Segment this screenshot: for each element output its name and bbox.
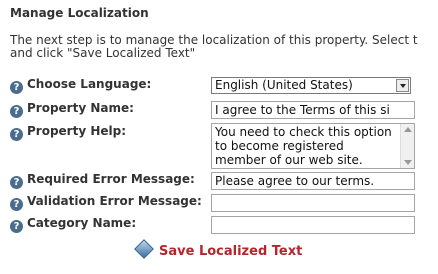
help-icon[interactable]: ? bbox=[10, 176, 23, 189]
choose-language-row: ? Choose Language: bbox=[10, 77, 152, 94]
required-error-row: ? Required Error Message: bbox=[10, 172, 195, 189]
required-error-label: Required Error Message: bbox=[27, 172, 195, 186]
property-name-input[interactable]: I agree to the Terms of this si bbox=[211, 101, 415, 119]
intro-text: The next step is to manage the localizat… bbox=[10, 34, 438, 60]
required-error-input[interactable]: Please agree to our terms. bbox=[211, 172, 415, 190]
property-name-row: ? Property Name: bbox=[10, 101, 134, 118]
language-select[interactable]: English (United States) bbox=[211, 77, 411, 94]
textarea-scrollbar[interactable] bbox=[400, 124, 414, 168]
language-select-value: English (United States) bbox=[215, 78, 353, 92]
property-help-text: You need to check this option to become … bbox=[215, 125, 392, 167]
scroll-down-icon[interactable] bbox=[404, 160, 412, 165]
validation-error-label: Validation Error Message: bbox=[27, 194, 202, 208]
property-name-label: Property Name: bbox=[27, 101, 134, 115]
save-label: Save Localized Text bbox=[159, 244, 303, 259]
help-icon[interactable]: ? bbox=[10, 81, 23, 94]
help-icon[interactable]: ? bbox=[10, 220, 23, 233]
intro-line-2: and click "Save Localized Text" bbox=[10, 46, 196, 60]
category-name-input[interactable] bbox=[211, 216, 415, 234]
choose-language-label: Choose Language: bbox=[27, 77, 152, 91]
property-help-row: ? Property Help: bbox=[10, 124, 127, 141]
property-help-label: Property Help: bbox=[27, 124, 127, 138]
page-title: Manage Localization bbox=[10, 6, 149, 20]
validation-error-row: ? Validation Error Message: bbox=[10, 194, 202, 211]
help-icon[interactable]: ? bbox=[10, 128, 23, 141]
category-name-label: Category Name: bbox=[27, 216, 137, 230]
chevron-down-icon[interactable] bbox=[396, 79, 409, 92]
help-icon[interactable]: ? bbox=[10, 198, 23, 211]
help-icon[interactable]: ? bbox=[10, 105, 23, 118]
category-name-row: ? Category Name: bbox=[10, 216, 137, 233]
validation-error-input[interactable] bbox=[211, 194, 415, 212]
save-diamond-icon bbox=[134, 239, 154, 259]
save-localized-text-button[interactable]: Save Localized Text bbox=[134, 239, 303, 262]
scroll-up-icon[interactable] bbox=[404, 127, 412, 132]
property-help-textarea[interactable]: You need to check this option to become … bbox=[211, 123, 415, 169]
